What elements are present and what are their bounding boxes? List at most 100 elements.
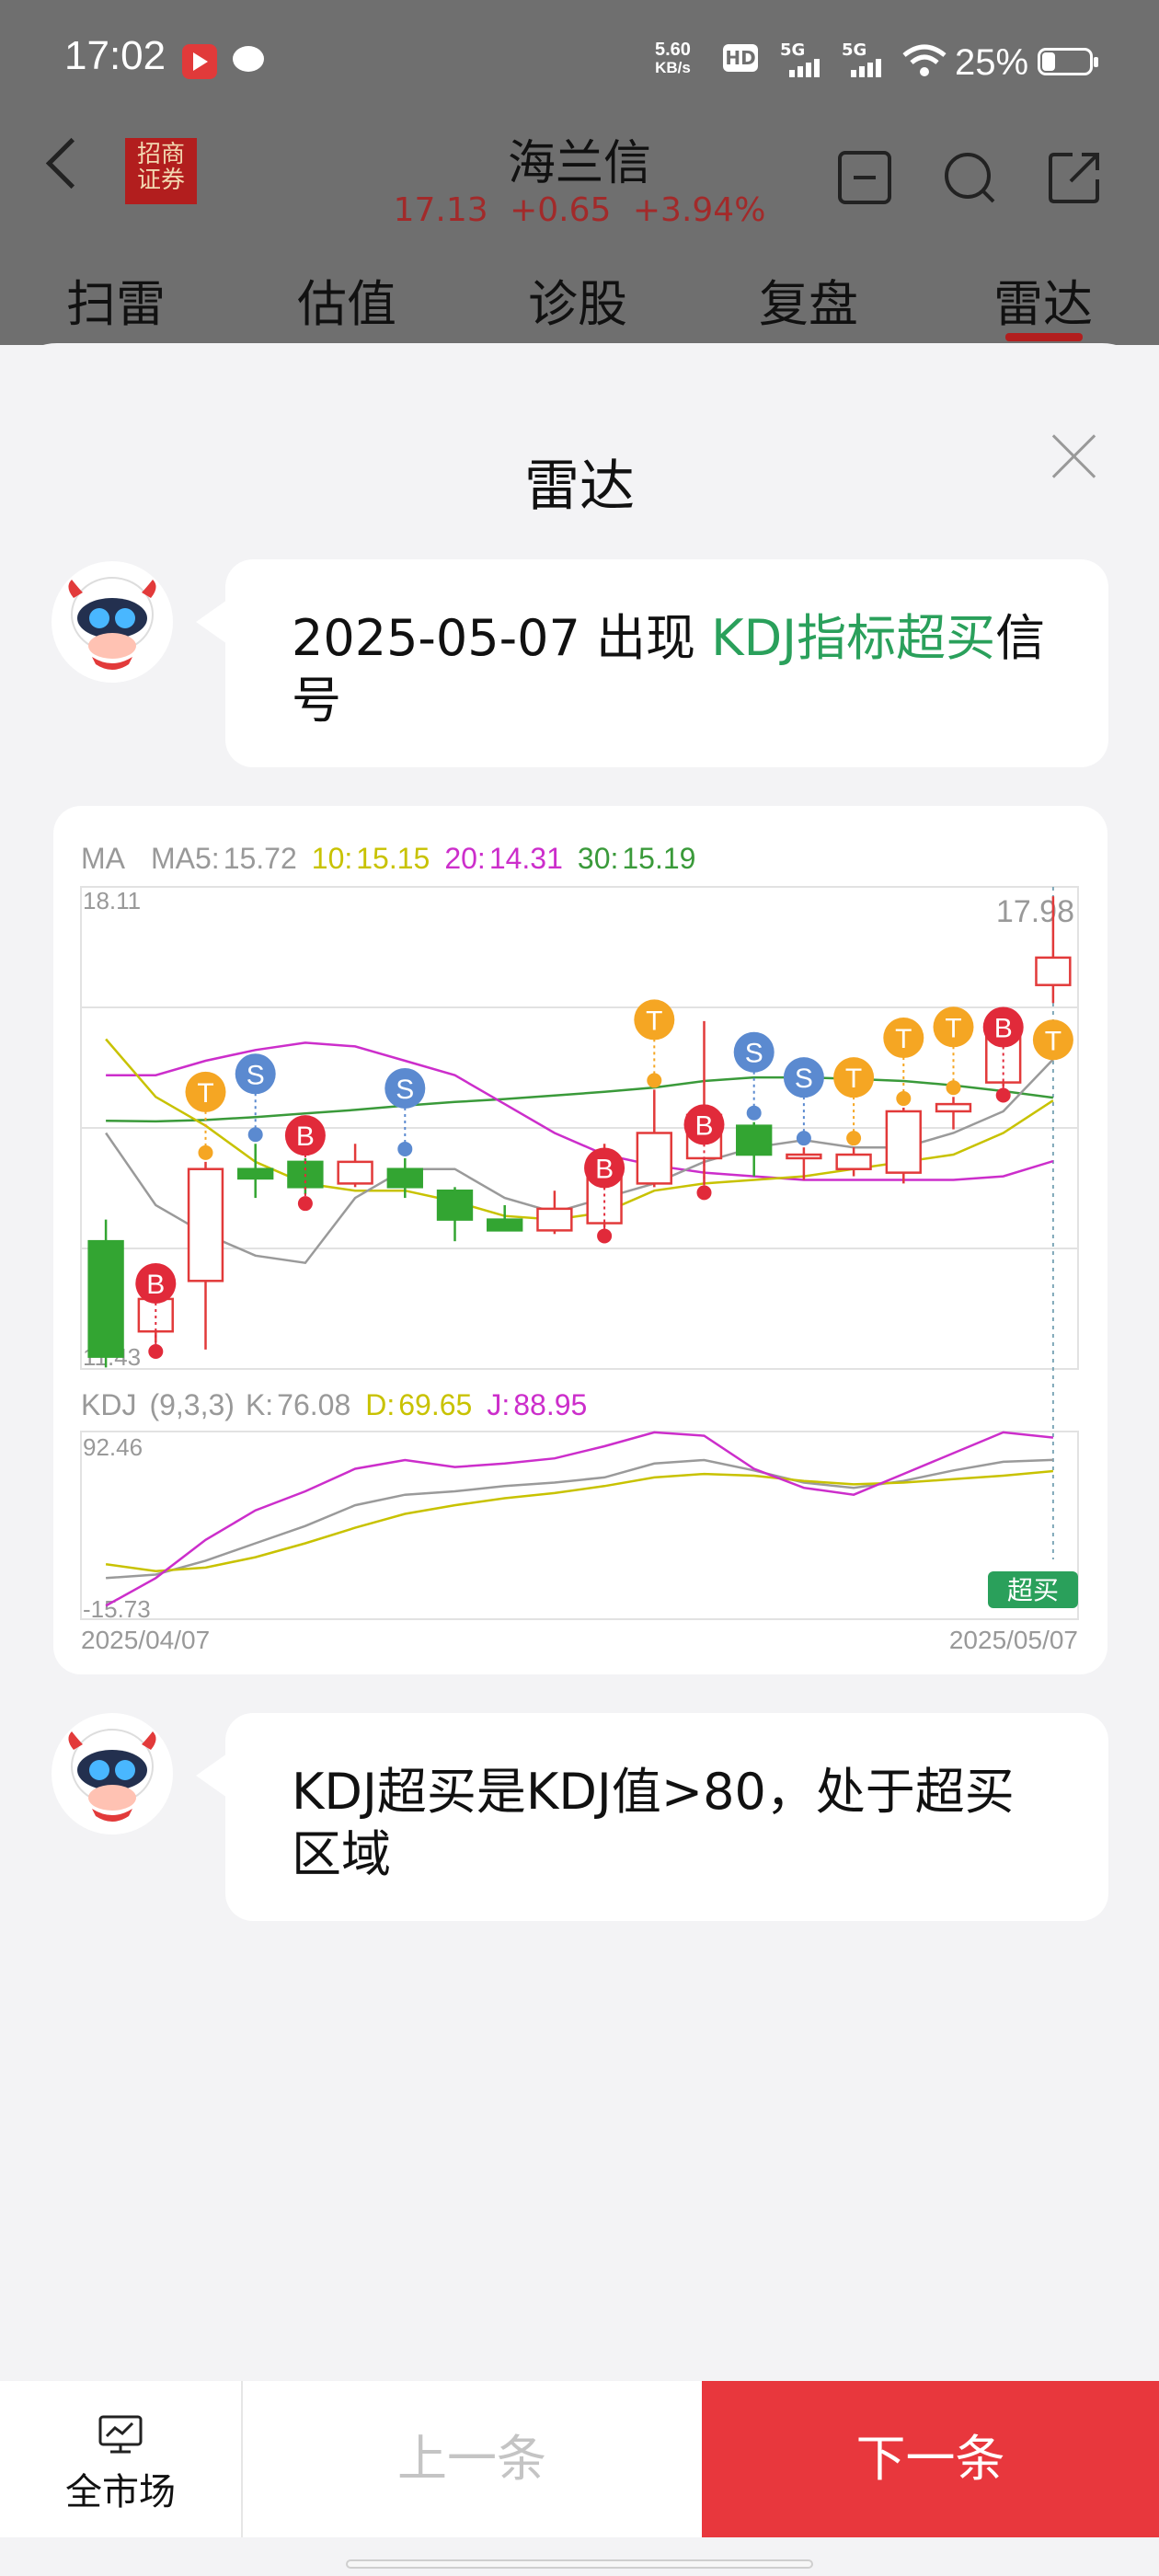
signal-dot: [746, 1105, 762, 1121]
stock-change-pct: +3.94%: [632, 191, 766, 229]
signal-dot: [896, 1091, 912, 1107]
signal-dot: [995, 1087, 1011, 1103]
candle: [436, 1189, 474, 1221]
signal-letter: B: [994, 1014, 1013, 1044]
signal-2-icon: 5G: [842, 40, 897, 77]
cow-mascot-icon: [68, 1729, 156, 1822]
signal-dot: [597, 1228, 613, 1244]
candle: [636, 1132, 672, 1185]
signal-letter: T: [197, 1078, 213, 1109]
signal-letter: B: [296, 1121, 315, 1152]
kdj-j-label: J:: [487, 1388, 510, 1421]
kdj-j-line: [105, 1431, 1054, 1607]
sheet-title: 雷达: [524, 454, 635, 519]
kdj-params: (9,3,3): [149, 1388, 234, 1421]
candle: [885, 1110, 922, 1174]
kline-high-label: 17.98: [996, 894, 1074, 929]
tab-diagnosis[interactable]: 诊股: [528, 263, 627, 336]
stock-price: 17.13: [393, 191, 488, 229]
prev-button[interactable]: 上一条: [243, 2381, 701, 2537]
search-icon[interactable]: [942, 150, 997, 205]
candle: [386, 1167, 423, 1189]
tab-radar[interactable]: 雷达: [993, 263, 1093, 336]
signal-dot: [946, 1080, 961, 1096]
candle: [1035, 956, 1072, 986]
signal-letter: T: [1045, 1026, 1061, 1056]
kdj-x-start-label: 2025/04/07: [81, 1626, 210, 1654]
kdj-k-label: K:: [246, 1388, 273, 1421]
battery-percent: 25%: [955, 42, 1029, 83]
kdj-d-value: 69.65: [398, 1388, 472, 1421]
message-icon: [233, 46, 264, 72]
ma-legend-title: MA: [81, 842, 126, 875]
message2-text: KDJ超买是KDJ值>80，处于超买区域: [292, 1763, 1015, 1883]
signal-dot: [198, 1144, 213, 1160]
candle: [786, 1153, 822, 1160]
next-button[interactable]: 下一条: [702, 2381, 1159, 2537]
signal-letter: S: [795, 1064, 813, 1094]
tab-scan[interactable]: 扫雷: [66, 263, 166, 336]
radar-chart: MA MA5: 15.72 10: 15.15 20: 14.31 30: 15.19 18.11…: [80, 842, 1079, 1654]
market-chart-icon: [98, 2415, 143, 2454]
stock-change: +0.65: [510, 191, 612, 229]
signal-letter: T: [895, 1024, 912, 1054]
ma20-value: 14.31: [489, 842, 563, 875]
signal-2-label: 5G: [842, 40, 867, 60]
message1-prefix: 2025-05-07 出现: [292, 609, 712, 667]
mascot-avatar: [52, 561, 173, 683]
home-indicator[interactable]: [346, 2559, 813, 2569]
battery-icon: [1038, 48, 1098, 75]
ma30-label: 30:: [578, 842, 618, 875]
signal-letter: T: [945, 1013, 961, 1043]
message1-highlight: KDJ指标超买: [711, 609, 996, 667]
signal-letter: T: [845, 1064, 862, 1094]
candle: [935, 1102, 972, 1113]
signal-dot: [796, 1131, 811, 1146]
signal-1-icon: 5G: [780, 40, 835, 77]
message-bubble-2: KDJ超买是KDJ值>80，处于超买区域: [196, 1713, 1108, 1921]
cow-mascot-icon: [68, 577, 156, 670]
ma20-label: 20:: [444, 842, 485, 875]
share-icon[interactable]: [1047, 150, 1102, 205]
signal-letter: B: [595, 1154, 614, 1184]
signal-dot: [397, 1141, 413, 1156]
chart-card: MA MA5: 15.72 10: 15.15 20: 14.31 30: 15.19 18.11…: [53, 806, 1107, 1674]
candle: [337, 1160, 373, 1185]
status-bar: 17:02 5.60 KB/s HD 5G 5G 25%: [0, 0, 1159, 124]
signal-dot: [247, 1127, 263, 1143]
kline-ymax-label: 18.11: [83, 887, 141, 914]
candle: [835, 1153, 872, 1170]
ma10-label: 10:: [312, 842, 352, 875]
signal-1-label: 5G: [780, 40, 806, 60]
ma5-value: 15.72: [224, 842, 297, 875]
kdj-j-value: 88.95: [513, 1388, 587, 1421]
candle: [237, 1167, 274, 1180]
network-speed: 5.60 KB/s: [655, 40, 691, 77]
signal-letter: S: [396, 1075, 414, 1105]
tab-valuation[interactable]: 估值: [297, 263, 396, 336]
tab-active-indicator: [1005, 333, 1083, 341]
wifi-icon: [902, 44, 947, 76]
signal-letter: T: [646, 1006, 662, 1036]
kdj-legend-title: KDJ: [81, 1388, 136, 1421]
signal-dot: [647, 1073, 662, 1088]
signal-letter: S: [247, 1060, 265, 1090]
kdj-x-end-label: 2025/05/07: [949, 1626, 1078, 1654]
status-time: 17:02: [64, 33, 166, 78]
candle: [736, 1124, 773, 1156]
tab-review[interactable]: 复盘: [759, 263, 858, 336]
ma10-value: 15.15: [356, 842, 430, 875]
message-bubble-1: 2025-05-07 出现 KDJ指标超买信号: [196, 559, 1108, 767]
close-icon[interactable]: [1049, 431, 1100, 482]
signal-dot: [696, 1185, 712, 1201]
signal-dot: [846, 1131, 862, 1146]
minus-box-icon[interactable]: [837, 150, 892, 205]
hd-icon: HD: [723, 44, 758, 72]
kdj-d-line: [105, 1469, 1054, 1572]
video-app-icon: [182, 44, 217, 79]
signal-letter: B: [694, 1110, 713, 1141]
candle: [187, 1167, 224, 1282]
kdj-k-line: [106, 1458, 1053, 1580]
signal-dot: [297, 1196, 313, 1212]
all-market-button[interactable]: 全市场: [0, 2381, 243, 2537]
